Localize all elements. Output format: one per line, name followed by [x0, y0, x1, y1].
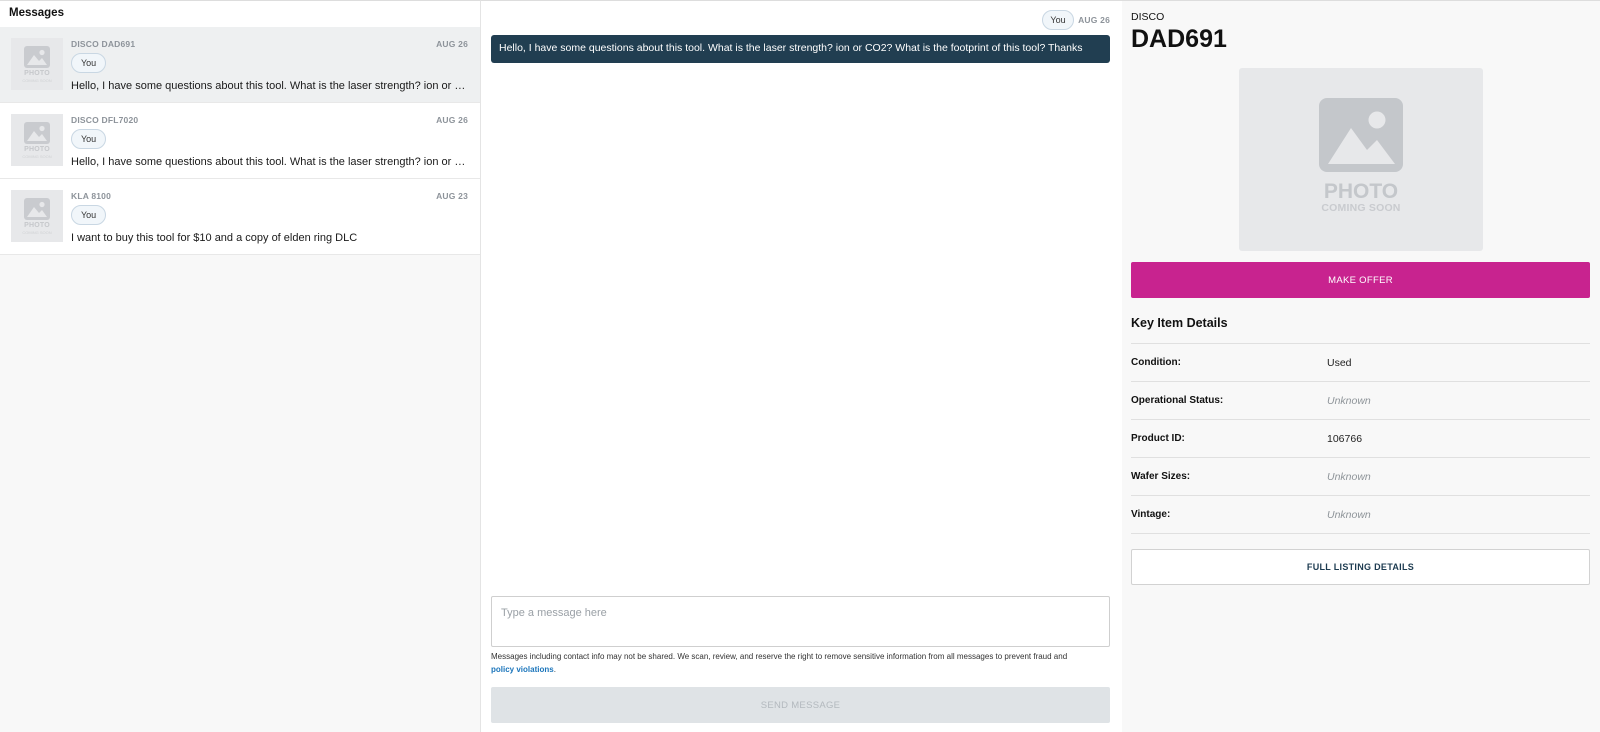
make-offer-button[interactable]: MAKE OFFER	[1131, 262, 1590, 298]
details-divider	[1131, 533, 1590, 534]
thumbnail-coming-soon-text: COMING SOON	[22, 78, 52, 83]
conversation-thumbnail: PHOTO COMING SOON	[11, 190, 63, 242]
conversation-date: AUG 26	[436, 115, 468, 125]
image-placeholder-icon	[24, 122, 50, 144]
detail-row-wafer-sizes: Wafer Sizes: Unknown	[1131, 457, 1590, 495]
detail-row-condition: Condition: Used	[1131, 343, 1590, 381]
conversation-item[interactable]: PHOTO COMING SOON DISCO DAD691 AUG 26 Yo…	[0, 27, 480, 103]
key-item-details-title: Key Item Details	[1131, 316, 1228, 330]
thumbnail-photo-text: PHOTO	[24, 70, 50, 77]
message-disclaimer: Messages including contact info may not …	[491, 652, 1068, 674]
detail-row-vintage: Vintage: Unknown	[1131, 495, 1590, 533]
listing-brand: DISCO	[1131, 11, 1165, 23]
conversation-date: AUG 23	[436, 191, 468, 201]
thumbnail-coming-soon-text: COMING SOON	[22, 230, 52, 235]
detail-label: Wafer Sizes:	[1131, 471, 1191, 482]
listing-model: DAD691	[1131, 25, 1227, 53]
detail-label: Vintage:	[1131, 509, 1171, 520]
sender-badge: You	[71, 205, 107, 225]
full-listing-details-button[interactable]: FULL LISTING DETAILS	[1131, 549, 1590, 585]
detail-value: Unknown	[1327, 509, 1371, 521]
photo-coming-soon-text: COMING SOON	[1321, 202, 1401, 214]
sender-badge: You	[1042, 10, 1074, 30]
sender-badge: You	[71, 129, 107, 149]
conversation-name: DISCO DFL7020	[71, 115, 139, 125]
detail-label: Operational Status:	[1131, 395, 1224, 406]
detail-value: Unknown	[1327, 471, 1371, 483]
thumbnail-photo-text: PHOTO	[24, 146, 50, 153]
conversation-name: DISCO DAD691	[71, 39, 136, 49]
detail-row-operational-status: Operational Status: Unknown	[1131, 381, 1590, 419]
send-message-button[interactable]: SEND MESSAGE	[491, 687, 1110, 723]
message-thread: You AUG 26 Hello, I have some questions …	[481, 0, 1122, 732]
conversation-preview: I want to buy this tool for $10 and a co…	[71, 232, 358, 244]
conversation-sidebar: Messages PHOTO COMING SOON DISCO DAD691 …	[0, 0, 481, 732]
listing-panel: DISCO DAD691 PHOTO COMING SOON MAKE OFFE…	[1122, 0, 1600, 732]
detail-label: Condition:	[1131, 357, 1181, 368]
policy-violations-link[interactable]: policy violations	[491, 665, 554, 674]
thumbnail-photo-text: PHOTO	[24, 222, 50, 229]
message-date: AUG 26	[1078, 15, 1110, 25]
sender-badge: You	[71, 53, 107, 73]
conversation-item[interactable]: PHOTO COMING SOON DISCO DFL7020 AUG 26 Y…	[0, 103, 480, 179]
conversation-date: AUG 26	[436, 39, 468, 49]
conversation-preview: Hello, I have some questions about this …	[71, 80, 468, 92]
photo-placeholder-text: PHOTO	[1323, 180, 1399, 203]
detail-value: Used	[1327, 357, 1352, 369]
detail-label: Product ID:	[1131, 433, 1185, 444]
detail-value: 106766	[1327, 433, 1363, 445]
conversation-thumbnail: PHOTO COMING SOON	[11, 38, 63, 90]
image-placeholder-icon	[24, 46, 50, 68]
conversation-item[interactable]: PHOTO COMING SOON KLA 8100 AUG 23 You I …	[0, 179, 480, 255]
detail-value: Unknown	[1327, 395, 1371, 407]
detail-row-product-id: Product ID: 106766	[1131, 419, 1590, 457]
message-bubble: Hello, I have some questions about this …	[491, 35, 1110, 63]
thumbnail-coming-soon-text: COMING SOON	[22, 154, 52, 159]
image-placeholder-icon	[24, 198, 50, 220]
sidebar-title: Messages	[0, 1, 480, 27]
image-placeholder-icon	[1319, 98, 1403, 172]
listing-photo: PHOTO COMING SOON	[1239, 68, 1483, 251]
message-input[interactable]	[491, 596, 1110, 647]
conversation-thumbnail: PHOTO COMING SOON	[11, 114, 63, 166]
conversation-name: KLA 8100	[71, 191, 112, 201]
disclaimer-text: Messages including contact info may not …	[491, 652, 1068, 661]
conversation-preview: Hello, I have some questions about this …	[71, 156, 468, 168]
